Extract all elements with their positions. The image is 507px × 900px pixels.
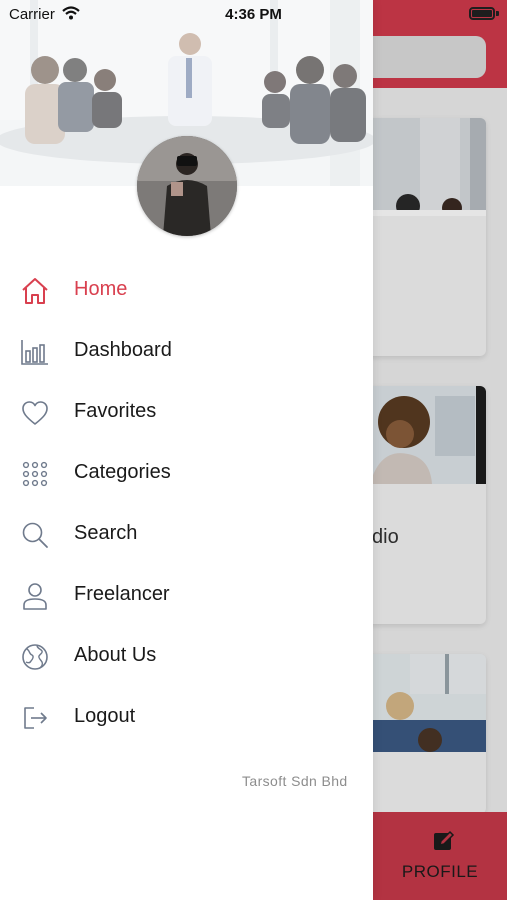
menu-item-about-us[interactable]: About Us: [0, 626, 373, 687]
grid-dots-icon: [22, 461, 48, 487]
company-footer: Tarsoft Sdn Bhd: [242, 773, 348, 789]
user-icon: [23, 583, 47, 610]
menu-item-favorites[interactable]: Favorites: [0, 382, 373, 443]
logout-icon: [24, 707, 47, 729]
navigation-drawer: Carrier 4:36 PM Home Dashboard Favorites…: [0, 0, 373, 900]
menu-label: Search: [74, 522, 138, 544]
menu-item-search[interactable]: Search: [0, 504, 373, 565]
menu-label: Home: [74, 278, 128, 300]
avatar[interactable]: [137, 136, 237, 236]
menu-label: About Us: [74, 644, 157, 666]
search-icon: [22, 522, 48, 548]
home-icon: [22, 278, 48, 304]
bar-chart-icon: [21, 340, 48, 365]
menu-item-logout[interactable]: Logout: [0, 687, 373, 748]
heart-icon: [22, 401, 48, 425]
menu-label: Categories: [74, 461, 171, 483]
menu-label: Dashboard: [74, 339, 172, 361]
status-time: 4:36 PM: [225, 6, 282, 23]
avatar-photo: [137, 136, 237, 236]
globe-icon: [22, 644, 48, 670]
menu-item-freelancer[interactable]: Freelancer: [0, 565, 373, 626]
menu-item-categories[interactable]: Categories: [0, 443, 373, 504]
menu-item-dashboard[interactable]: Dashboard: [0, 321, 373, 382]
menu-label: Freelancer: [74, 583, 170, 605]
menu-item-home[interactable]: Home: [0, 260, 373, 321]
menu-label: Logout: [74, 705, 136, 727]
menu-label: Favorites: [74, 400, 157, 422]
